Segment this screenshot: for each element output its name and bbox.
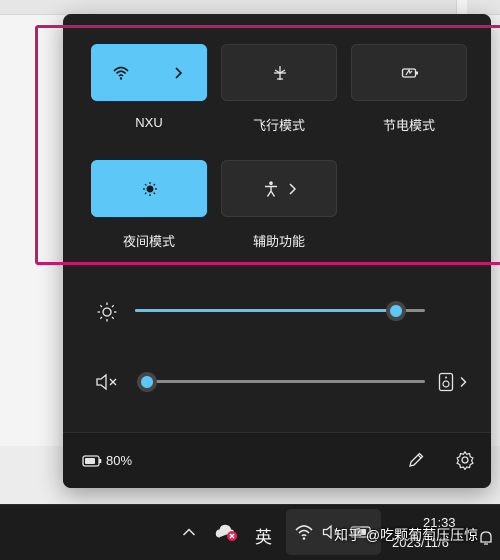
chevron-right-icon[interactable]	[458, 376, 470, 388]
airplane-mode-label: 飞行模式	[252, 118, 305, 133]
wifi-label: NXU	[135, 115, 163, 130]
speaker-muted-icon[interactable]	[95, 372, 119, 392]
speaker-output-icon[interactable]	[438, 372, 454, 392]
chevron-up-icon[interactable]	[182, 527, 196, 537]
airplane-icon	[274, 66, 286, 80]
night-light-icon	[143, 182, 157, 196]
volume-slider-track[interactable]	[147, 380, 425, 383]
wifi-icon	[113, 66, 129, 80]
night-light-label: 夜间模式	[122, 234, 175, 249]
background-window-strip	[0, 0, 500, 15]
airplane-mode-tile[interactable]	[221, 44, 337, 101]
brightness-icon	[97, 302, 117, 322]
battery-percentage: 80%	[106, 453, 133, 468]
quick-settings-footer: 80%	[63, 432, 491, 488]
battery-icon[interactable]	[82, 454, 102, 468]
gear-icon[interactable]	[455, 450, 475, 470]
chevron-right-icon[interactable]	[172, 66, 186, 80]
battery-saver-tile[interactable]	[351, 44, 467, 101]
quick-settings-panel: NXU 飞行模式 节电模式 夜间模式 辅助功能 80%	[63, 14, 491, 488]
battery-saver-label: 节电模式	[382, 118, 435, 133]
pencil-icon[interactable]	[407, 451, 425, 469]
cloud-error-icon[interactable]	[215, 522, 239, 542]
night-light-tile[interactable]	[91, 160, 207, 217]
notification-bell-icon[interactable]	[477, 529, 495, 547]
brightness-slider-fill	[135, 309, 396, 312]
watermark-text: 知乎 @吃颗葡萄压压惊	[334, 527, 479, 543]
volume-slider-thumb[interactable]	[137, 372, 157, 392]
wifi-tile[interactable]	[91, 44, 207, 101]
brightness-slider-thumb[interactable]	[386, 301, 406, 321]
accessibility-icon	[265, 181, 277, 197]
accessibility-label: 辅助功能	[252, 234, 305, 249]
wifi-icon	[295, 525, 313, 540]
battery-saver-icon	[401, 68, 418, 78]
ime-indicator[interactable]: 英	[255, 523, 272, 548]
chevron-right-icon[interactable]	[286, 182, 300, 196]
accessibility-tile[interactable]	[221, 160, 337, 217]
